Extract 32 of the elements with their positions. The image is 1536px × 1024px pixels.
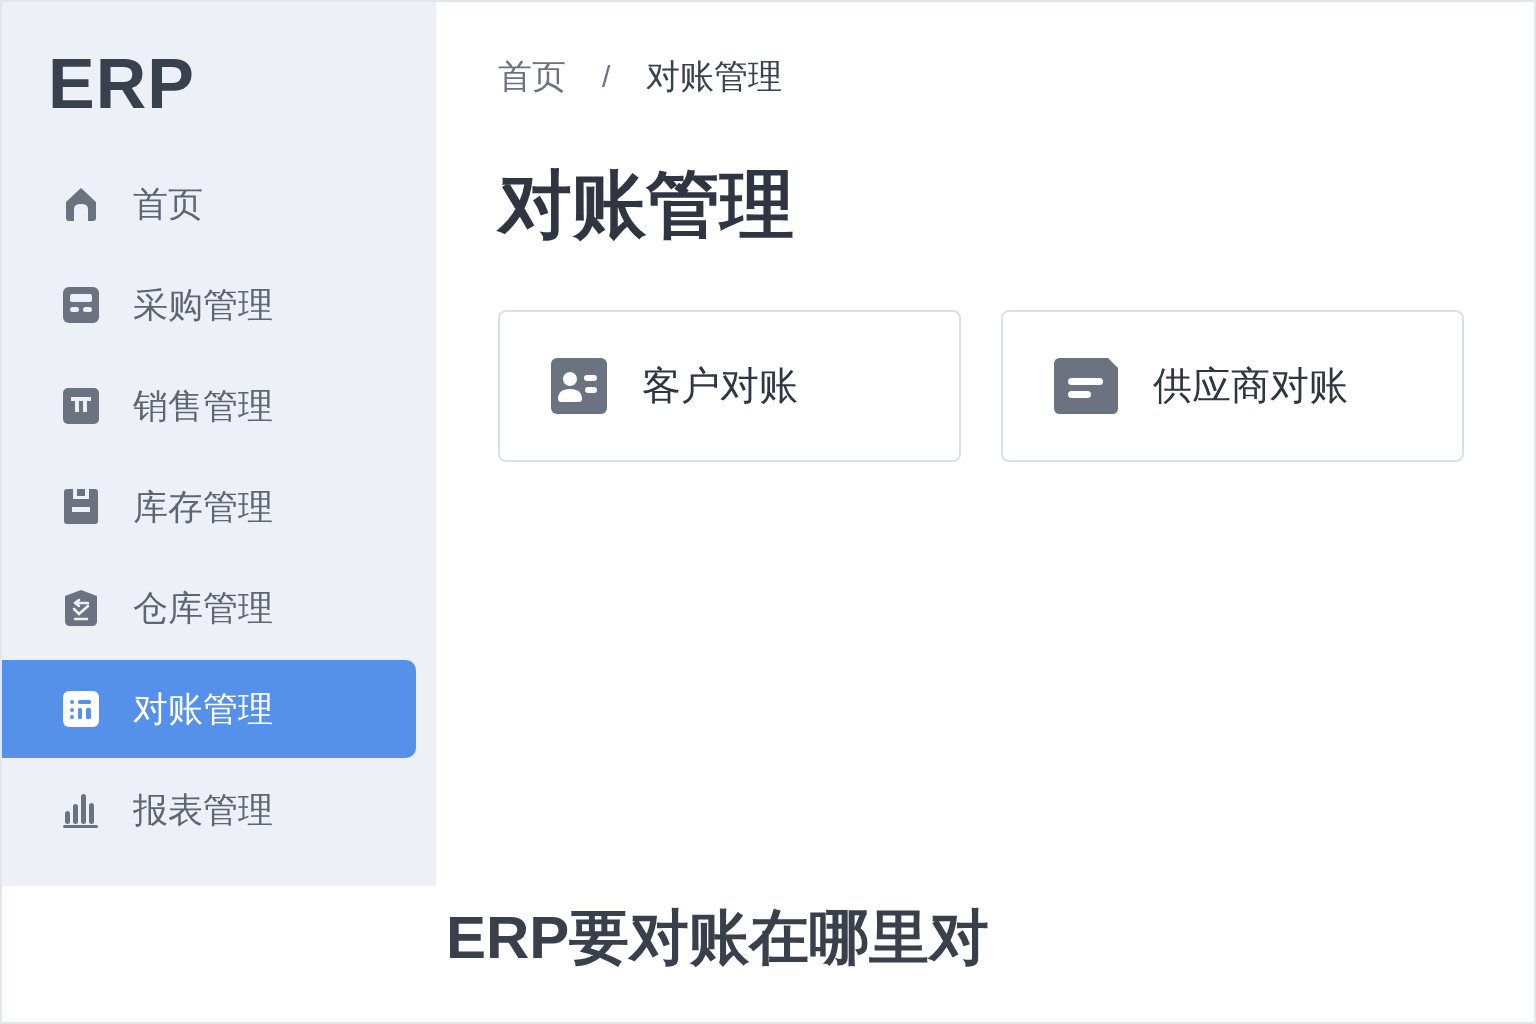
nav-label: 首页 <box>133 182 203 225</box>
nav-item[interactable]: 对账管理 <box>2 660 416 758</box>
nav-item[interactable]: 销售管理 <box>2 357 416 455</box>
nav-label: 仓库管理 <box>133 586 273 629</box>
list-icon <box>62 690 100 728</box>
reconciliation-card[interactable]: 供应商对账 <box>1001 310 1464 462</box>
nav-label: 采购管理 <box>133 283 273 326</box>
contact-card-icon <box>550 357 608 415</box>
nav-item[interactable]: 采购管理 <box>2 256 416 354</box>
card-label: 供应商对账 <box>1153 363 1348 409</box>
bar-chart-icon <box>62 791 100 829</box>
reconciliation-card[interactable]: 客户对账 <box>498 310 961 462</box>
nav-item[interactable]: 库存管理 <box>2 458 416 556</box>
document-icon <box>1053 357 1119 415</box>
nav-label: 库存管理 <box>133 485 273 528</box>
nav-item[interactable]: 仓库管理 <box>2 559 416 657</box>
nav-label: 对账管理 <box>133 687 273 730</box>
card-label: 客户对账 <box>642 363 798 409</box>
logo: ERP <box>47 44 196 125</box>
nav-label: 报表管理 <box>133 788 273 831</box>
nav-label: 销售管理 <box>133 384 273 427</box>
table-icon <box>62 387 100 425</box>
caption: ERP要对账在哪里对 <box>446 903 990 973</box>
page-title: 对账管理 <box>498 162 795 248</box>
panel-icon <box>62 286 100 324</box>
breadcrumb-link[interactable]: 首页 <box>498 54 566 100</box>
nav-item[interactable]: 报表管理 <box>2 761 416 859</box>
tray-icon <box>62 488 100 526</box>
breadcrumb-separator: / <box>602 60 611 94</box>
breadcrumb-current: 对账管理 <box>646 56 783 97</box>
shield-icon <box>62 589 100 627</box>
nav-item[interactable]: 首页 <box>2 155 416 253</box>
